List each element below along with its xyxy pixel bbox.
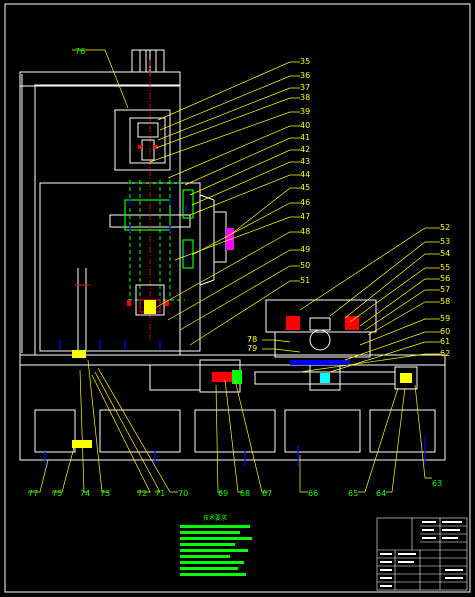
callout-35: 35 [300, 57, 310, 66]
callout-61: 61 [440, 337, 450, 346]
callout-53: 53 [440, 237, 450, 246]
callout-40: 40 [300, 121, 310, 130]
callout-59: 59 [440, 314, 450, 323]
cad-drawing-sheet: 76 35 36 37 38 39 40 41 42 43 44 45 46 4… [4, 3, 471, 593]
callout-38: 38 [300, 93, 310, 102]
callouts-bottom-group: 77 75 74 73 72 71 70 69 68 67 66 65 64 6… [28, 479, 442, 498]
callout-69: 69 [218, 489, 228, 498]
technical-notes: 技术要求 [180, 514, 252, 576]
callout-58: 58 [440, 297, 450, 306]
green-guides [124, 189, 194, 269]
callout-43: 43 [300, 157, 310, 166]
callout-74: 74 [80, 489, 90, 498]
callout-47: 47 [300, 212, 310, 221]
callout-51: 51 [300, 276, 310, 285]
callout-52: 52 [440, 223, 450, 232]
table-details [72, 316, 412, 448]
callout-79: 79 [247, 344, 257, 353]
callout-45: 45 [300, 183, 310, 192]
sheet-border [4, 3, 471, 593]
callout-50: 50 [300, 261, 310, 270]
callout-41: 41 [300, 133, 310, 142]
magenta-handwheel [226, 228, 234, 250]
callout-70: 70 [178, 489, 188, 498]
callout-39: 39 [300, 107, 310, 116]
callout-66: 66 [308, 489, 318, 498]
callout-36: 36 [300, 71, 310, 80]
notes-title: 技术要求 [203, 514, 227, 522]
callout-37: 37 [300, 83, 310, 92]
callout-54: 54 [440, 249, 450, 258]
spindle-hidden-lines [128, 180, 185, 301]
vertical-screw [75, 268, 90, 350]
callout-57: 57 [440, 285, 450, 294]
callout-65: 65 [348, 489, 358, 498]
callout-64: 64 [376, 489, 386, 498]
callout-62: 62 [440, 349, 450, 358]
leader-lines [28, 49, 440, 493]
callout-77: 77 [28, 489, 38, 498]
callout-46: 46 [300, 198, 310, 207]
callout-72: 72 [137, 489, 147, 498]
callout-42: 42 [300, 145, 310, 154]
callout-44: 44 [300, 170, 310, 179]
blue-marks-head [129, 198, 187, 259]
callout-60: 60 [440, 327, 450, 336]
title-block-text-marks [380, 521, 463, 587]
callout-76: 76 [75, 47, 85, 56]
callout-73: 73 [100, 489, 110, 498]
blue-marks-bed [44, 340, 426, 466]
callout-55: 55 [440, 263, 450, 272]
callout-67: 67 [262, 489, 272, 498]
callout-75: 75 [52, 489, 62, 498]
callout-48: 48 [300, 227, 310, 236]
callout-56: 56 [440, 274, 450, 283]
callout-63: 63 [432, 479, 442, 488]
callout-68: 68 [240, 489, 250, 498]
callouts-right-group: 52 53 54 55 56 57 58 59 60 61 62 78 79 [247, 223, 450, 358]
callout-78: 78 [247, 335, 257, 344]
red-seal-marks [127, 145, 169, 306]
callout-71: 71 [155, 489, 165, 498]
callout-49: 49 [300, 245, 310, 254]
